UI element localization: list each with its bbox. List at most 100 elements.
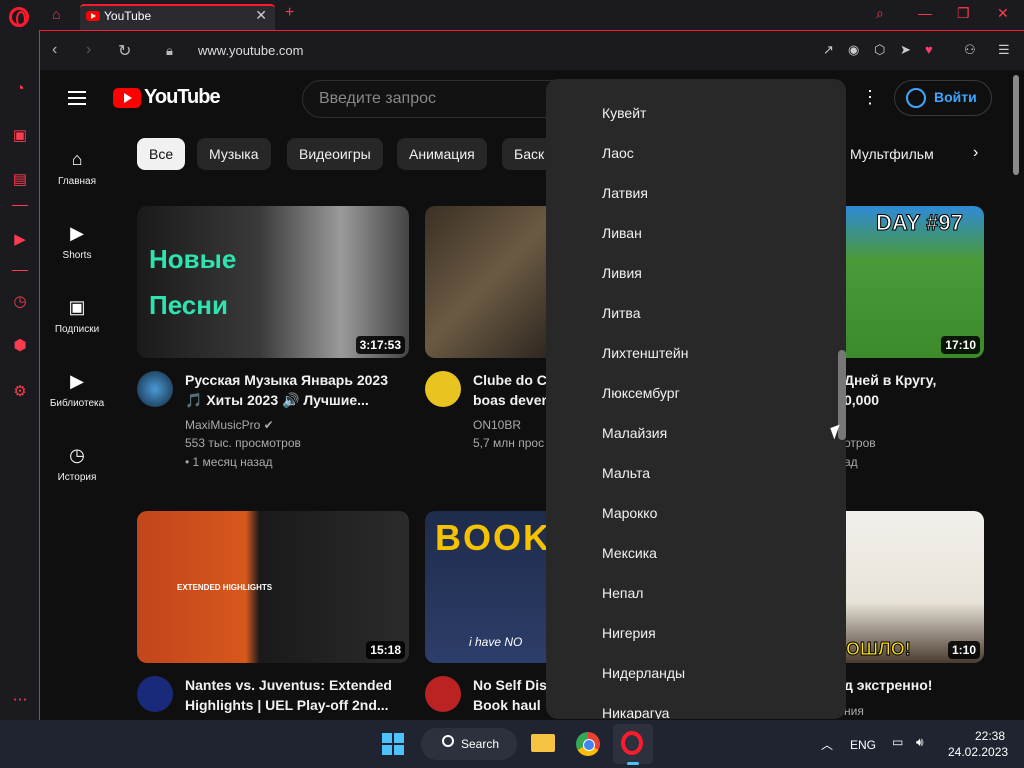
history-clock-icon[interactable]: ◷ xyxy=(11,292,29,310)
video-duration: 3:17:53 xyxy=(355,336,405,354)
video-thumbnail[interactable]: DAY #97 17:10 xyxy=(831,206,984,358)
video-thumbnail[interactable]: BOOK i have NO xyxy=(425,511,555,663)
share-icon[interactable]: ↗ xyxy=(823,42,834,58)
chip-videogames[interactable]: Видеоигры xyxy=(287,138,383,170)
video-thumbnail[interactable]: EXTENDED HIGHLIGHTS 15:18 xyxy=(137,511,409,663)
country-option[interactable]: Малайзия xyxy=(602,425,667,441)
reload-button[interactable]: ↻ xyxy=(118,41,131,61)
channel-avatar[interactable] xyxy=(137,371,173,407)
more-icon[interactable]: ⋯ xyxy=(11,690,29,708)
player-icon[interactable]: ▶ xyxy=(11,230,29,248)
youtube-logo-text[interactable]: YouTube xyxy=(144,86,221,109)
chip-animation[interactable]: Анимация xyxy=(397,138,487,170)
minimize-button[interactable]: — xyxy=(918,5,932,21)
country-option[interactable]: Нидерланды xyxy=(602,665,685,681)
video-title[interactable]: Book haul xyxy=(473,695,541,715)
channel-name[interactable]: MaxiMusicPro ✔ xyxy=(185,416,274,434)
video-thumbnail[interactable]: Новые Песни 3:17:53 xyxy=(137,206,409,358)
page-scrollbar[interactable] xyxy=(1013,75,1019,175)
country-option[interactable]: Мальта xyxy=(602,465,650,481)
home-icon: ⌂ xyxy=(71,149,83,169)
video-title[interactable]: Русская Музыка Январь 2023 xyxy=(185,370,388,390)
opera-logo-icon[interactable] xyxy=(9,7,29,27)
profile-icon[interactable]: ⚇ xyxy=(964,42,976,58)
country-option[interactable]: Мексика xyxy=(602,545,657,561)
settings-kebab-icon[interactable]: ⋮ xyxy=(861,87,879,108)
language-indicator[interactable]: ENG xyxy=(850,738,876,752)
signin-button[interactable]: Войти xyxy=(894,80,992,116)
camera-icon[interactable]: ◉ xyxy=(848,42,859,58)
country-option[interactable]: Литва xyxy=(602,305,641,321)
video-title[interactable]: Дней в Кругу, xyxy=(844,370,936,390)
network-icon[interactable]: ▭ xyxy=(892,735,903,749)
video-title[interactable]: Clube do Ch xyxy=(473,370,555,390)
guide-item-home[interactable]: ⌂ Главная xyxy=(41,148,113,187)
chip-cartoons[interactable]: Мультфильм xyxy=(838,138,946,170)
video-duration: 17:10 xyxy=(941,336,980,354)
guide-item-subscriptions[interactable]: ▣ Подписки xyxy=(41,296,113,335)
search-input[interactable]: Введите запрос xyxy=(319,90,436,108)
video-title[interactable]: Nantes vs. Juventus: Extended xyxy=(185,675,392,695)
chip-all[interactable]: Все xyxy=(137,138,186,170)
twitch-icon[interactable]: ▤ xyxy=(11,170,29,188)
chip-music[interactable]: Музыка xyxy=(197,138,271,170)
shield-icon[interactable]: ⬡ xyxy=(874,42,885,58)
youtube-logo-icon[interactable] xyxy=(113,88,141,108)
country-option[interactable]: Лаос xyxy=(602,145,634,161)
speed-dial-icon[interactable]: ◔ xyxy=(11,80,29,98)
video-title[interactable]: Highlights | UEL Play-off 2nd... xyxy=(185,695,389,715)
send-icon[interactable]: ➤ xyxy=(900,42,911,58)
file-explorer-icon[interactable] xyxy=(531,734,555,752)
volume-icon[interactable]: 🔊︎ xyxy=(916,735,924,750)
start-button[interactable] xyxy=(382,733,404,755)
country-option[interactable]: Марокко xyxy=(602,505,657,521)
settings-gear-icon[interactable]: ⚙ xyxy=(11,382,29,400)
country-option[interactable]: Нигерия xyxy=(602,625,656,641)
cube-icon[interactable]: ⬢ xyxy=(11,336,29,354)
heart-icon[interactable]: ♥ xyxy=(925,42,933,57)
video-title[interactable]: No Self Disc xyxy=(473,675,555,695)
guide-item-library[interactable]: ▶ Библиотека xyxy=(41,370,113,409)
channel-name[interactable]: ON10BR xyxy=(473,416,521,434)
close-window-button[interactable]: ✕ xyxy=(997,5,1009,22)
channel-avatar[interactable] xyxy=(425,676,461,712)
back-button[interactable]: ‹ xyxy=(52,41,57,59)
country-option[interactable]: Кувейт xyxy=(602,105,646,121)
clock-time[interactable]: 22:38 xyxy=(975,729,1005,743)
easy-setup-icon[interactable]: ☰ xyxy=(998,42,1010,58)
close-tab-icon[interactable]: ✕ xyxy=(255,7,267,24)
menu-icon[interactable] xyxy=(68,91,86,105)
tab-youtube[interactable]: YouTube ✕ xyxy=(80,4,275,30)
chrome-icon[interactable] xyxy=(576,732,600,756)
search-tabs-icon[interactable]: ⌕ xyxy=(876,5,884,22)
video-title[interactable]: 0,000 xyxy=(844,390,879,410)
channel-avatar[interactable] xyxy=(137,676,173,712)
video-title[interactable]: boas devem xyxy=(473,390,554,410)
chevron-right-icon[interactable]: › xyxy=(973,144,978,162)
country-option[interactable]: Никарагуа xyxy=(602,705,669,719)
country-option[interactable]: Латвия xyxy=(602,185,648,201)
channel-avatar[interactable] xyxy=(425,371,461,407)
chevron-up-icon[interactable]: ︿ xyxy=(821,736,833,753)
country-option[interactable]: Люксембург xyxy=(602,385,680,401)
guide-label: Подписки xyxy=(54,324,100,335)
guide-item-history[interactable]: ◷ История xyxy=(41,444,113,483)
url-field[interactable]: www.youtube.com xyxy=(198,43,304,58)
taskbar-search-button[interactable]: Search xyxy=(421,728,517,760)
clock-date[interactable]: 24.02.2023 xyxy=(948,745,1008,759)
country-option[interactable]: Лихтенштейн xyxy=(602,345,688,361)
video-title[interactable]: 🎵 Хиты 2023 🔊 Лучшие... xyxy=(185,390,369,410)
bag-icon[interactable]: ▣ xyxy=(11,126,29,144)
guide-item-shorts[interactable]: ▶ Shorts xyxy=(41,222,113,261)
restore-button[interactable]: ❐ xyxy=(957,5,970,22)
gamepad-icon[interactable]: ⌂ xyxy=(52,6,60,22)
search-box[interactable]: Введите запрос xyxy=(302,80,562,118)
country-option[interactable]: Ливан xyxy=(602,225,642,241)
video-title[interactable]: д экстренно! xyxy=(844,675,932,695)
country-option[interactable]: Непал xyxy=(602,585,643,601)
video-thumbnail[interactable] xyxy=(425,206,555,358)
new-tab-button[interactable]: + xyxy=(285,4,294,22)
forward-button[interactable]: › xyxy=(86,41,91,59)
video-thumbnail[interactable]: ЗОШЛО! 1:10 xyxy=(831,511,984,663)
country-option[interactable]: Ливия xyxy=(602,265,642,281)
